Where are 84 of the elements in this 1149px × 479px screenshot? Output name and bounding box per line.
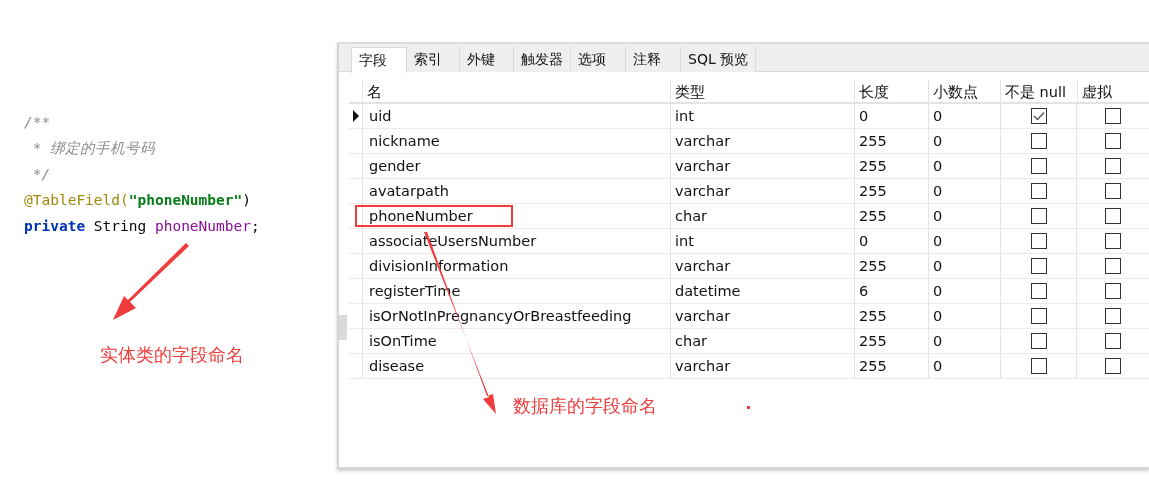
tab[interactable]: 字段 [351, 47, 407, 73]
checkbox[interactable] [1030, 333, 1047, 349]
tab[interactable]: SQL 预览 [681, 47, 757, 72]
table-cell: 255 [855, 204, 929, 228]
checkbox[interactable] [1105, 183, 1121, 199]
checkbox[interactable] [1030, 183, 1047, 199]
column-header[interactable]: 长度 [855, 80, 929, 102]
table-cell-text: gender [368, 157, 422, 176]
table-cell: 0 [929, 279, 1001, 303]
checkbox[interactable] [1105, 283, 1121, 299]
table-cell: datetime [671, 279, 855, 303]
checkbox[interactable] [1030, 258, 1047, 274]
annotation-label: 实体类的字段命名 [100, 343, 244, 367]
table-cell: 0 [929, 129, 1001, 153]
table-cell-text: disease [368, 357, 426, 376]
column-header[interactable]: 类型 [671, 80, 855, 102]
table-cell: 255 [855, 304, 929, 328]
table-cell: 255 [855, 154, 929, 178]
checkbox[interactable] [1030, 108, 1047, 124]
column-header[interactable]: 小数点 [929, 80, 1001, 102]
checkbox[interactable] [1105, 233, 1121, 249]
table-cell: 0 [929, 254, 1001, 278]
table-cell: 255 [855, 329, 929, 353]
table-cell: 255 [855, 129, 929, 153]
table-cell: phoneNumber [355, 205, 513, 227]
checkbox[interactable] [1105, 133, 1121, 149]
tab[interactable]: 触发器 [514, 47, 571, 72]
checkbox[interactable] [1105, 308, 1121, 324]
table-cell-text: isOnTime [368, 332, 438, 351]
column-header[interactable]: 名 [363, 80, 671, 102]
checkbox[interactable] [1105, 208, 1121, 224]
scrollbar-thumb[interactable] [339, 315, 347, 340]
checkbox[interactable] [1105, 358, 1121, 374]
checkbox[interactable] [1105, 333, 1121, 349]
checkbox[interactable] [1030, 308, 1047, 324]
table-cell: 255 [855, 254, 929, 278]
code-line: /** [24, 113, 51, 132]
table-cell: 0 [929, 229, 1001, 253]
table-cell: char [671, 329, 855, 353]
table-cell: char [671, 204, 855, 228]
table-cell: varchar [671, 354, 855, 378]
table-cell: 0 [929, 179, 1001, 203]
table-cell-text: uid [368, 107, 393, 126]
table-cell: varchar [671, 254, 855, 278]
table-cell: int [671, 104, 855, 128]
table-cell: 0 [929, 104, 1001, 128]
tab[interactable]: 索引 [407, 47, 460, 72]
table-cell: varchar [671, 129, 855, 153]
code-line: @TableField("phoneNumber") [24, 191, 251, 210]
tab[interactable]: 注释 [626, 47, 681, 72]
code-line: */ [31, 165, 51, 184]
table-cell-text: avatarpath [368, 182, 450, 201]
checkbox[interactable] [1030, 233, 1047, 249]
table-cell: varchar [671, 179, 855, 203]
table-cell: varchar [671, 154, 855, 178]
table-cell: 0 [855, 229, 929, 253]
code-line: * 绑定的手机号码 [31, 139, 156, 158]
checkbox[interactable] [1030, 358, 1047, 374]
tab[interactable]: 外键 [460, 47, 514, 72]
checkbox[interactable] [1105, 258, 1121, 274]
checkbox[interactable] [1030, 158, 1047, 174]
table-cell: 0 [929, 304, 1001, 328]
table-cell-text: nickname [368, 132, 441, 151]
table-cell: int [671, 229, 855, 253]
checkbox[interactable] [1030, 283, 1047, 299]
table-cell: 0 [929, 329, 1001, 353]
column-header[interactable]: 不是 null [1001, 80, 1078, 102]
tab[interactable]: 选项 [571, 47, 626, 72]
column-header[interactable]: 虚拟 [1078, 80, 1147, 102]
table-cell: 0 [929, 154, 1001, 178]
code-line: private String phoneNumber; [24, 217, 260, 236]
table-cell-text: isOrNotInPregnancyOrBreastfeeding [368, 307, 633, 326]
checkbox[interactable] [1030, 208, 1047, 224]
table-cell: 0 [855, 104, 929, 128]
table-cell: 0 [929, 354, 1001, 378]
table-cell: 255 [855, 179, 929, 203]
checkbox[interactable] [1030, 133, 1047, 149]
table-cell: varchar [671, 304, 855, 328]
checkbox[interactable] [1105, 108, 1121, 124]
annotation-label: 数据库的字段命名 [513, 394, 657, 418]
table-cell: 255 [855, 354, 929, 378]
checkbox[interactable] [1105, 158, 1121, 174]
table-cell: 6 [855, 279, 929, 303]
table-cell: 0 [929, 204, 1001, 228]
